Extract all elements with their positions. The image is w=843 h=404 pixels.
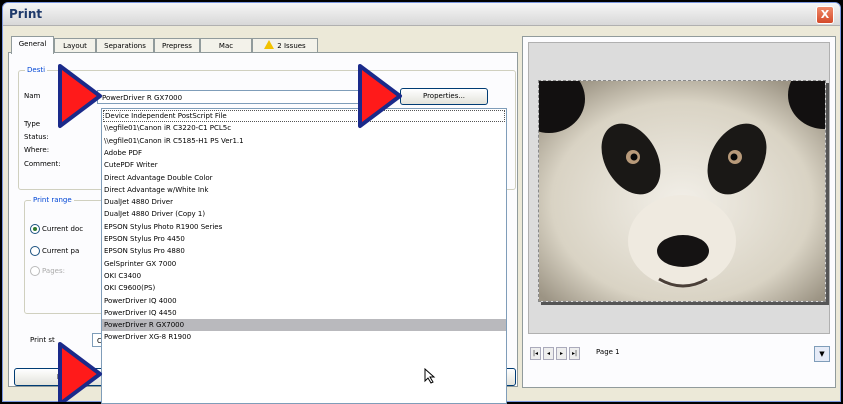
tab-label: Prepress <box>162 42 192 50</box>
next-page-icon[interactable]: ▸ <box>556 347 567 360</box>
tab-label: Layout <box>63 42 87 50</box>
callout-arrow-name <box>58 64 102 128</box>
tab-label: General <box>18 40 47 48</box>
printer-list-item[interactable]: \\egfile01\Canon iR C3220-C1 PCL5c <box>104 122 231 134</box>
printer-list-item[interactable]: CutePDF Writer <box>104 159 158 171</box>
tab-prepress[interactable]: Prepress <box>154 38 200 53</box>
printer-list-item[interactable]: DualJet 4880 Driver <box>104 196 173 208</box>
tab-layout[interactable]: Layout <box>54 38 96 53</box>
callout-arrow-selection <box>58 342 102 402</box>
printer-list-item[interactable]: Direct Advantage Double Color <box>104 172 212 184</box>
print-style-label: Print st <box>30 336 55 344</box>
mouse-cursor-icon <box>424 368 436 384</box>
first-page-icon[interactable]: |◂ <box>530 347 541 360</box>
printer-list-item[interactable]: PowerDriver IQ 4450 <box>104 307 177 319</box>
title-bar: Print X <box>3 3 840 26</box>
tab-label: 2 Issues <box>277 42 306 50</box>
warning-icon <box>264 40 275 49</box>
tab-general[interactable]: General <box>11 36 54 54</box>
printer-list-item[interactable]: PowerDriver XG-8 R1900 <box>104 331 191 343</box>
printer-list-item[interactable]: EPSON Stylus Photo R1900 Series <box>104 221 222 233</box>
print-range-group: Print range <box>24 196 106 314</box>
printer-list-item[interactable]: GelSprinter GX 7000 <box>104 258 176 270</box>
current-page-label: Current pa <box>42 247 80 255</box>
callout-arrow-properties <box>358 64 402 128</box>
printer-list-item[interactable]: DualJet 4880 Driver (Copy 1) <box>104 208 205 220</box>
printer-list-item[interactable]: Direct Advantage w/White Ink <box>104 184 208 196</box>
tab-separations[interactable]: Separations <box>96 38 154 53</box>
tab-label: Separations <box>104 42 146 50</box>
dialog-title: Print <box>9 7 43 21</box>
destination-group-title: Desti <box>25 66 48 74</box>
pages-radio[interactable] <box>30 266 40 276</box>
where-label: Where: <box>24 146 50 154</box>
current-document-radio[interactable] <box>30 224 40 234</box>
panda-photo <box>539 81 825 301</box>
printer-list-item[interactable]: EPSON Stylus Pro 4450 <box>104 233 185 245</box>
last-page-icon[interactable]: ▸| <box>569 347 580 360</box>
properties-button-label: Properties... <box>422 92 466 100</box>
page-indicator: Page 1 <box>596 348 620 356</box>
chevron-down-icon[interactable]: ▼ <box>814 346 830 362</box>
prev-page-icon[interactable]: ◂ <box>543 347 554 360</box>
printer-list-item[interactable]: Device Independent PostScript File <box>103 110 505 122</box>
tab-label: Mac <box>218 42 234 50</box>
printer-name-value: PowerDriver R GX7000 <box>102 94 183 102</box>
close-icon: X <box>820 8 830 21</box>
current-page-radio[interactable] <box>30 246 40 256</box>
printer-list-item[interactable]: PowerDriver R GX7000 <box>102 319 506 332</box>
preview-image <box>538 80 826 302</box>
printer-list-item[interactable]: EPSON Stylus Pro 4880 <box>104 245 185 257</box>
printer-name-select[interactable]: PowerDriver R GX7000 <box>97 90 359 104</box>
tab-mac[interactable]: Mac <box>200 38 252 53</box>
printer-dropdown-list[interactable]: Device Independent PostScript File \\egfi… <box>101 108 507 404</box>
name-label: Nam <box>24 92 41 100</box>
printer-list-item[interactable]: Adobe PDF <box>104 147 142 159</box>
current-document-label: Current doc <box>42 225 84 233</box>
printer-list-item[interactable]: \\egfile01\Canon iR C5185-H1 PS Ver1.1 <box>104 135 244 147</box>
print-range-title: Print range <box>31 196 74 204</box>
properties-button[interactable]: Properties... <box>400 88 488 105</box>
pages-label: Pages: <box>42 267 65 275</box>
status-label: Status: <box>24 133 49 141</box>
close-button[interactable]: X <box>816 6 834 24</box>
printer-list-item[interactable]: OKI C3400 <box>104 270 141 282</box>
printer-list-item[interactable]: OKI C9600(PS) <box>104 282 155 294</box>
preview-pager: |◂ ◂ ▸ ▸| Page 1 ▼ <box>530 346 830 362</box>
printer-list-item[interactable]: PowerDriver IQ 4000 <box>104 295 177 307</box>
tab-issues[interactable]: 2 Issues <box>252 38 318 53</box>
type-label: Type <box>24 120 41 128</box>
comment-label: Comment: <box>24 160 61 168</box>
